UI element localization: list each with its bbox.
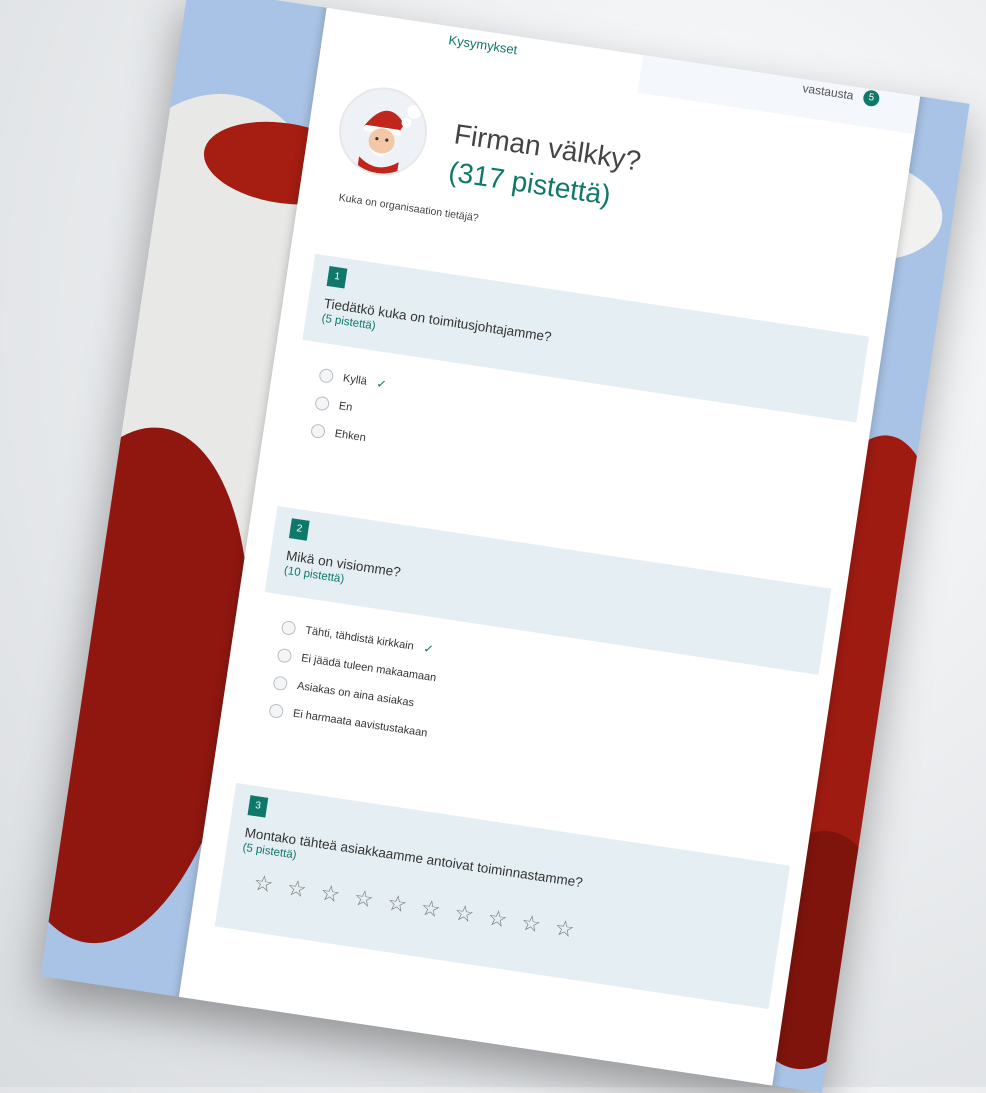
question-header: 3 Montako tähteä asiakkaamme antoivat to… (214, 782, 790, 1010)
question-number-badge: 3 (247, 795, 269, 818)
question-number-badge: 2 (288, 518, 310, 541)
form-avatar (333, 81, 434, 182)
tab-questions-label: Kysymykset (447, 31, 519, 57)
option-label: En (338, 400, 354, 414)
question-3: 3 Montako tähteä asiakkaamme antoivat to… (214, 782, 790, 1010)
radio-button[interactable] (314, 395, 331, 412)
responses-count-badge: 5 (862, 89, 881, 108)
radio-button[interactable] (280, 620, 297, 636)
question-number-badge: 1 (326, 266, 348, 289)
correct-check-icon: ✓ (375, 376, 388, 392)
radio-button[interactable] (268, 703, 285, 720)
radio-button[interactable] (272, 675, 289, 692)
presentation-slide: Kysymykset vastausta 5 Firman välkky? (3… (40, 0, 970, 1093)
option-label: Kyllä (342, 372, 368, 388)
radio-button[interactable] (310, 423, 326, 440)
correct-check-icon: ✓ (422, 641, 435, 657)
tab-responses[interactable]: vastausta 5 (637, 35, 924, 135)
question-1: 1 Tiedätkö kuka on toimitusjohtajamme? (… (287, 253, 870, 524)
form-description: Kuka on organisaation tietäjä? (337, 191, 480, 225)
option-label: Ehken (333, 427, 367, 445)
radio-button[interactable] (276, 647, 293, 664)
santa-avatar-icon (341, 89, 426, 176)
question-2: 2 Mikä on visiomme? (10 pistettä) Tähti,… (245, 506, 832, 803)
tab-responses-label: vastausta (801, 81, 855, 103)
radio-button[interactable] (318, 367, 335, 384)
tab-questions[interactable]: Kysymykset (320, 0, 647, 97)
